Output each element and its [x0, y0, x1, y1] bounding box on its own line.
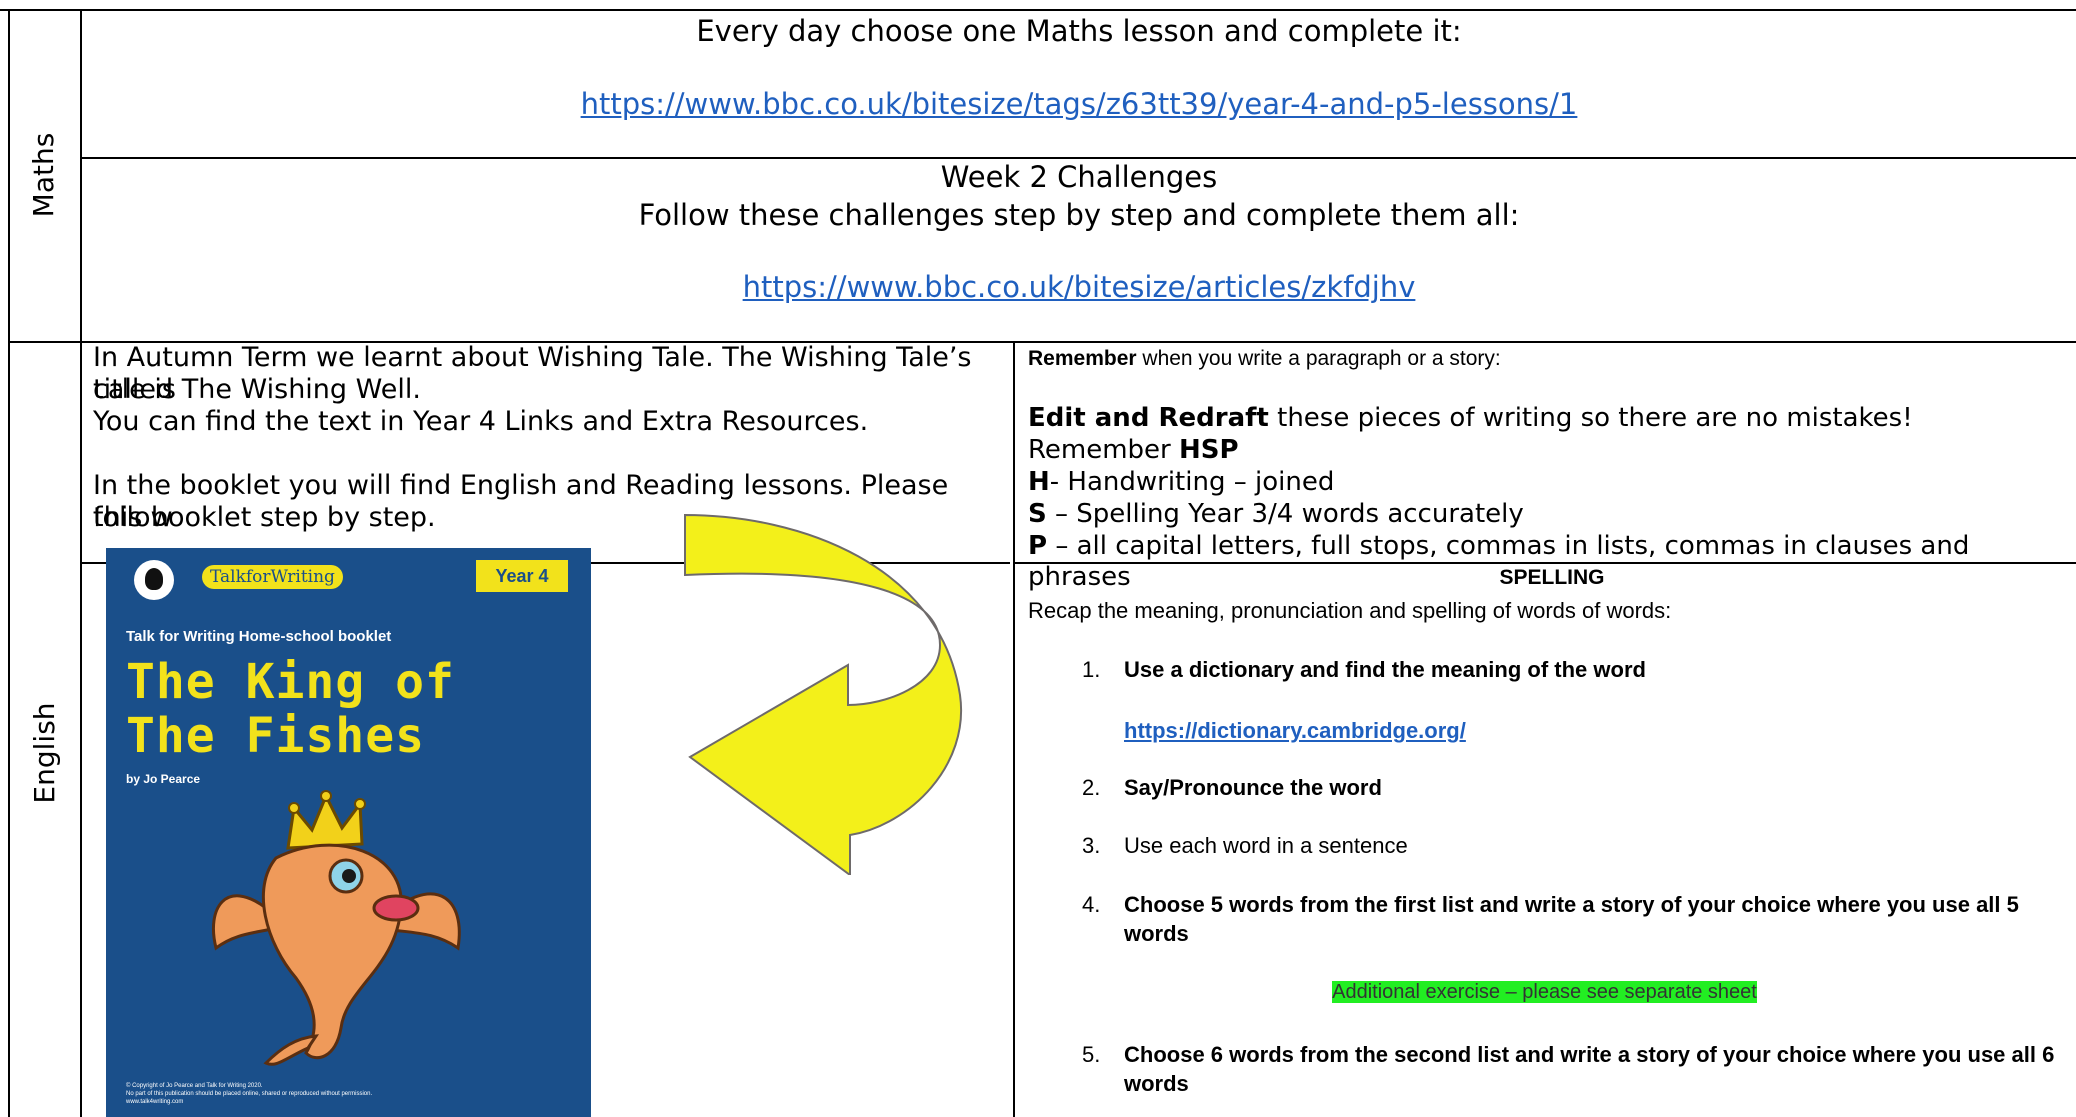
dictionary-link[interactable]: https://dictionary.cambridge.org/ [1124, 718, 1466, 743]
english-left-line3: You can find the text in Year 4 Links an… [93, 406, 869, 437]
row-label-english: English [28, 702, 61, 804]
hsp-prefix: Remember [1028, 435, 1179, 465]
remember-line: Remember when you write a paragraph or a… [1028, 343, 2068, 374]
booklet-copyright-3: www.talk4writing.com [126, 1099, 184, 1105]
remember-rest: when you write a paragraph or a story: [1136, 347, 1501, 370]
item-2-number: 2. [1082, 775, 1101, 800]
edit-redraft-line: Edit and Redraft these pieces of writing… [1028, 403, 2068, 434]
h-line: H- Handwriting – joined [1028, 467, 2068, 498]
dictionary-link-wrap: https://dictionary.cambridge.org/ [1124, 716, 2076, 745]
item-3-text: Use each word in a sentence [1124, 833, 1408, 858]
week-challenges-title: Week 2 Challenges [940, 160, 1218, 194]
edit-rest: these pieces of writing so there are no … [1268, 403, 1913, 433]
year-badge: Year 4 [476, 560, 568, 592]
item-4-text: Choose 5 words from the first list and w… [1124, 892, 2019, 946]
item-2-text: Say/Pronounce the word [1124, 775, 1382, 800]
s-bold: S [1028, 499, 1047, 529]
s-line: S – Spelling Year 3/4 words accurately [1028, 499, 2068, 530]
king-fish-illustration [211, 790, 461, 1066]
additional-exercise-wrap: Additional exercise – please see separat… [1013, 981, 2076, 1004]
p-bold: P [1028, 531, 1048, 561]
booklet-copyright-2: No part of this publication should be pl… [126, 1091, 373, 1097]
spelling-heading: SPELLING [1499, 566, 1605, 589]
item-5-text: Choose 6 words from the second list and … [1124, 1042, 2055, 1096]
english-left-line2: called The Wishing Well. [93, 374, 421, 405]
week-challenges-link[interactable]: https://www.bbc.co.uk/bitesize/articles/… [743, 270, 1416, 304]
maths-lesson-instruction: Every day choose one Maths lesson and co… [696, 14, 1462, 48]
hsp-bold: HSP [1179, 435, 1239, 465]
h-bold: H [1028, 467, 1050, 497]
hsp-line: Remember HSP [1028, 435, 2068, 466]
week-link-wrap: https://www.bbc.co.uk/bitesize/articles/… [82, 270, 2076, 304]
table-left-border [8, 9, 10, 1117]
maths-inner-divider [80, 157, 2076, 159]
booklet-copyright-1: © Copyright of Jo Pearce and Talk for Wr… [126, 1083, 263, 1089]
item-1-text: Use a dictionary and find the meaning of… [1124, 657, 1646, 682]
booklet-cover: TalkforWriting Year 4 Talk for Writing H… [106, 548, 591, 1117]
booklet-author: by Jo Pearce [126, 772, 201, 786]
curved-arrow-icon [684, 513, 963, 875]
spelling-intro: Recap the meaning, pronunciation and spe… [1028, 598, 1672, 623]
item-1-number: 1. [1082, 657, 1101, 682]
week-challenges-instruction: Follow these challenges step by step and… [638, 198, 1520, 232]
booklet-title-line2: The Fishes [126, 708, 425, 764]
h-rest: - Handwriting – joined [1049, 467, 1335, 497]
table-top-border [0, 9, 2076, 11]
row-label-maths: Maths [27, 132, 60, 218]
edit-bold: Edit and Redraft [1028, 403, 1269, 433]
talkforwriting-logo-icon [134, 560, 174, 600]
talkforwriting-brand: TalkforWriting [202, 565, 343, 589]
maths-lesson-link[interactable]: https://www.bbc.co.uk/bitesize/tags/z63t… [581, 87, 1578, 121]
additional-exercise: Additional exercise – please see separat… [1332, 981, 1757, 1003]
booklet-title-line1: The King of [126, 654, 455, 710]
remember-bold: Remember [1028, 347, 1137, 370]
item-5-number: 5. [1082, 1042, 1101, 1067]
booklet-subtitle: Talk for Writing Home-school booklet [126, 628, 392, 645]
item-4-number: 4. [1082, 892, 1101, 917]
maths-lesson-link-wrap: https://www.bbc.co.uk/bitesize/tags/z63t… [82, 87, 2076, 121]
s-rest: – Spelling Year 3/4 words accurately [1046, 499, 1524, 529]
item-3-number: 3. [1082, 833, 1101, 858]
